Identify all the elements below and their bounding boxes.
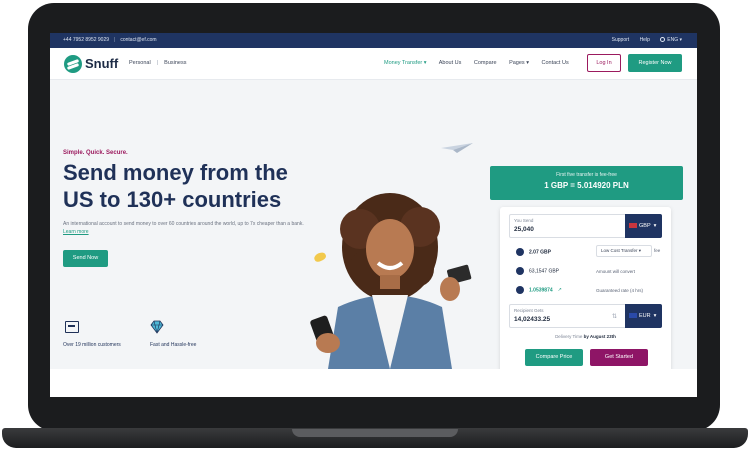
rate-label: Guaranteed rate (4 hrs) [596, 288, 644, 293]
minus-icon [516, 248, 524, 256]
rate-banner: First five transfer is fee-free 1 GBP = … [490, 166, 683, 200]
compare-price-button[interactable]: Compare Price [525, 349, 583, 366]
send-currency-select[interactable]: GBP ▾ [625, 214, 662, 238]
help-link[interactable]: Help [640, 37, 650, 43]
convert-amount: 63,1547 GBP [529, 268, 560, 275]
swap-icon[interactable]: ⇅ [612, 313, 617, 320]
get-started-button[interactable]: Get Started [590, 349, 648, 366]
nav-money-transfer[interactable]: Money Transfer ▾ [384, 60, 427, 66]
website-screen: +44 7952 8952 9029 | contact@ef.com Suppor… [50, 33, 697, 397]
customers-icon [65, 321, 79, 333]
nav-business[interactable]: Business [164, 60, 186, 66]
convert-row: 63,1547 GBP [516, 267, 559, 275]
logo-icon[interactable] [64, 55, 82, 73]
nav-about-us[interactable]: About Us [439, 60, 462, 66]
login-button[interactable]: Log In [587, 54, 621, 72]
support-link[interactable]: Support [612, 37, 630, 43]
send-amount-field[interactable]: You Send 25,040 GBP ▾ [509, 214, 662, 238]
delivery-date: by August 23th [583, 334, 616, 339]
send-now-button[interactable]: Send Now [63, 250, 108, 267]
main-navigation: Snuff Personal | Business Money Transfer ▾… [50, 48, 697, 80]
rate-row: 1.0539874 ↗ [516, 286, 562, 294]
language-selector[interactable]: ENG ▾ [660, 37, 682, 43]
hero-description: An international account to send money t… [63, 220, 313, 236]
hero-headline: Send money from the US to 130+ countries [63, 160, 288, 212]
email-link[interactable]: contact@ef.com [120, 37, 156, 43]
nav-pages[interactable]: Pages ▾ [509, 60, 529, 66]
register-button[interactable]: Register Now [628, 54, 682, 72]
laptop-notch [292, 429, 458, 437]
page-bottom-strip [50, 369, 697, 397]
chevron-down-icon: ▾ [653, 223, 657, 229]
fee-row: 2.07 GBP [516, 248, 551, 256]
transfer-type-label: Low Cost Transfer [601, 248, 638, 253]
nav-money-transfer-label: Money Transfer [384, 60, 423, 66]
nav-contact-us[interactable]: Contact Us [542, 60, 569, 66]
diamond-icon [150, 320, 164, 334]
feature-customers: Over 19 million customers [63, 342, 121, 348]
fee-label: fee [654, 248, 661, 253]
hero-woman-image [310, 193, 472, 369]
equals-icon [516, 267, 524, 275]
delivery-prefix: Delivery Time [555, 334, 583, 339]
feature-fast: Fast and Hassle-free [150, 342, 197, 348]
recipient-currency-code: EUR [639, 313, 651, 319]
converter-card: You Send 25,040 GBP ▾ 2.07 GBP Low Cost T… [500, 207, 671, 377]
nav-personal[interactable]: Personal [129, 60, 151, 66]
uk-flag-icon [629, 223, 637, 228]
convert-label: Amount will convert [596, 269, 636, 274]
recipient-currency-select[interactable]: EUR ▾ [625, 304, 662, 328]
transfer-type-select[interactable]: Low Cost Transfer ▾ [596, 245, 652, 257]
learn-more-link[interactable]: Learn more [63, 229, 89, 235]
exchange-rate: 1 GBP = 5.014920 PLN [544, 181, 629, 190]
send-currency-code: GBP [639, 223, 651, 229]
recipient-label: Recipient Gets [514, 308, 544, 313]
recipient-value[interactable]: 14,02433.25 [514, 316, 550, 323]
fee-value: 2.07 GBP [529, 249, 551, 256]
globe-icon [660, 37, 666, 42]
phone-number[interactable]: +44 7952 8952 9029 [63, 37, 109, 43]
nav-compare[interactable]: Compare [474, 60, 497, 66]
recipient-amount-field[interactable]: Recipient Gets 14,02433.25 ⇅ EUR ▾ [509, 304, 662, 328]
send-value[interactable]: 25,040 [514, 226, 534, 233]
nav-pages-label: Pages [509, 60, 525, 66]
delivery-time: Delivery Time by August 23th [500, 334, 671, 339]
trend-icon: ↗ [557, 287, 562, 294]
logo-text[interactable]: Snuff [85, 56, 118, 71]
hero-section: Simple. Quick. Secure. Send money from t… [50, 81, 697, 377]
hero-tagline: Simple. Quick. Secure. [63, 150, 128, 156]
eu-flag-icon [629, 313, 637, 318]
multiply-icon [516, 286, 524, 294]
language-label: ENG [667, 37, 679, 43]
rate-value: 1.0539874 [529, 287, 553, 294]
hero-description-text: An international account to send money t… [63, 221, 304, 227]
rate-banner-subtitle: First five transfer is fee-free [556, 172, 617, 178]
chevron-down-icon: ▾ [653, 313, 657, 319]
paper-plane-icon [441, 143, 473, 153]
top-bar: +44 7952 8952 9029 | contact@ef.com Suppor… [50, 33, 697, 48]
send-label: You Send [514, 218, 534, 223]
